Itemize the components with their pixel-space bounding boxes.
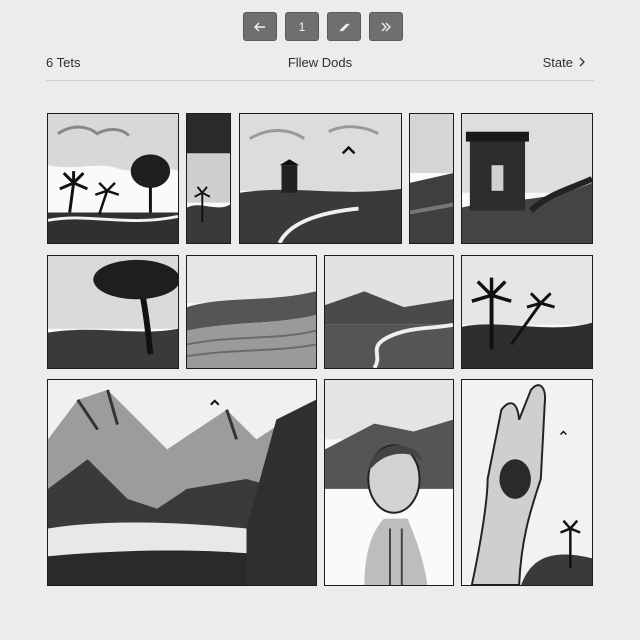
gallery-header: 6 Tets Fllew Dods State [46,52,594,81]
gallery-image[interactable] [324,255,454,369]
pen-icon [338,21,350,33]
gallery-image[interactable] [461,113,593,244]
gallery-image[interactable] [461,379,593,586]
gallery-image[interactable] [186,113,231,244]
toolbar: 1 [243,12,403,41]
gallery-image[interactable] [47,113,179,244]
page-title: Fllew Dods [287,55,353,70]
back-button[interactable] [243,12,277,41]
page-number-button[interactable]: 1 [285,12,319,41]
arrow-left-icon [254,22,266,32]
edit-button[interactable] [327,12,361,41]
gallery-image[interactable] [47,255,179,369]
page-number-label: 1 [298,19,306,34]
gallery-image[interactable] [47,379,317,586]
forward-button[interactable] [369,12,403,41]
gallery-image[interactable] [324,379,454,586]
gallery-image[interactable] [461,255,593,369]
double-chevron-right-icon [380,22,392,32]
gallery-image[interactable] [186,255,317,369]
state-link[interactable]: State [543,55,586,70]
gallery-image[interactable] [409,113,454,244]
gallery-image[interactable] [239,113,402,244]
chevron-right-icon [579,55,586,70]
state-label: State [542,55,573,70]
